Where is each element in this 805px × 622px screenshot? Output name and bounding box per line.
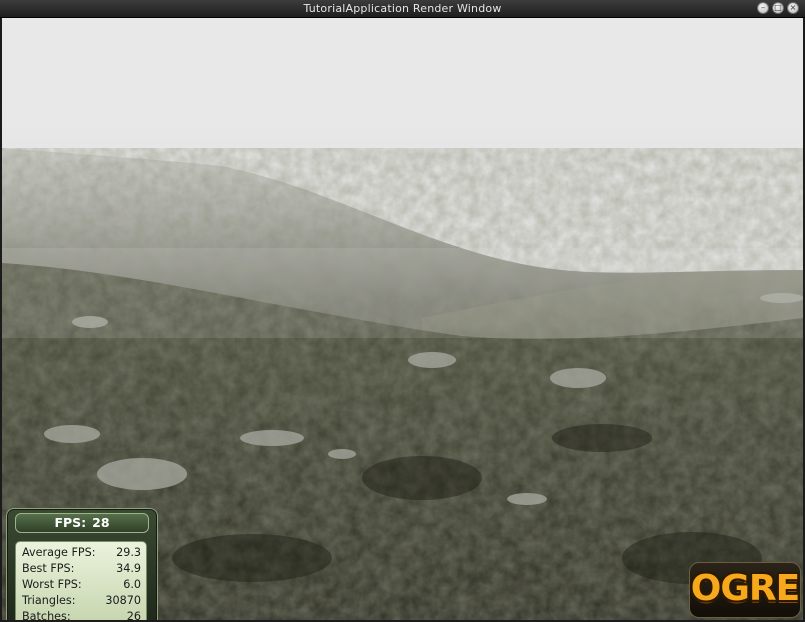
stat-row-triangles: Triangles: 30870 <box>22 593 141 609</box>
stat-value: 34.9 <box>116 562 141 575</box>
fps-value: 28 <box>92 515 110 530</box>
stat-row-batches: Batches: 26 <box>22 609 141 620</box>
window-controls: – □ × <box>757 2 799 14</box>
title-bar[interactable]: TutorialApplication Render Window – □ × <box>0 0 805 18</box>
render-viewport[interactable]: FPS: 28 Average FPS: 29.3 Best FPS: 34.9 … <box>2 18 803 620</box>
stat-label: Average FPS: <box>22 546 96 559</box>
ogre-logo: OGRE <box>689 562 801 618</box>
stat-value: 29.3 <box>116 546 141 559</box>
fps-label: FPS: <box>54 515 87 530</box>
stat-value: 30870 <box>105 594 141 607</box>
fps-details: Average FPS: 29.3 Best FPS: 34.9 Worst F… <box>15 541 147 620</box>
close-icon[interactable]: × <box>787 2 799 14</box>
maximize-icon[interactable]: □ <box>772 2 784 14</box>
window-title: TutorialApplication Render Window <box>303 2 502 15</box>
stat-row-best-fps: Best FPS: 34.9 <box>22 561 141 577</box>
stat-row-average-fps: Average FPS: 29.3 <box>22 545 141 561</box>
stat-value: 26 <box>126 610 141 620</box>
fps-header: FPS: 28 <box>15 513 149 533</box>
stat-label: Best FPS: <box>22 562 75 575</box>
stat-label: Triangles: <box>22 594 76 607</box>
stat-value: 6.0 <box>123 578 141 591</box>
minimize-icon[interactable]: – <box>757 2 769 14</box>
stat-label: Batches: <box>22 610 71 620</box>
stat-row-worst-fps: Worst FPS: 6.0 <box>22 577 141 593</box>
fps-stats-panel: FPS: 28 Average FPS: 29.3 Best FPS: 34.9 … <box>6 508 158 620</box>
ogre-logo-text: OGRE <box>690 568 800 609</box>
stat-label: Worst FPS: <box>22 578 82 591</box>
